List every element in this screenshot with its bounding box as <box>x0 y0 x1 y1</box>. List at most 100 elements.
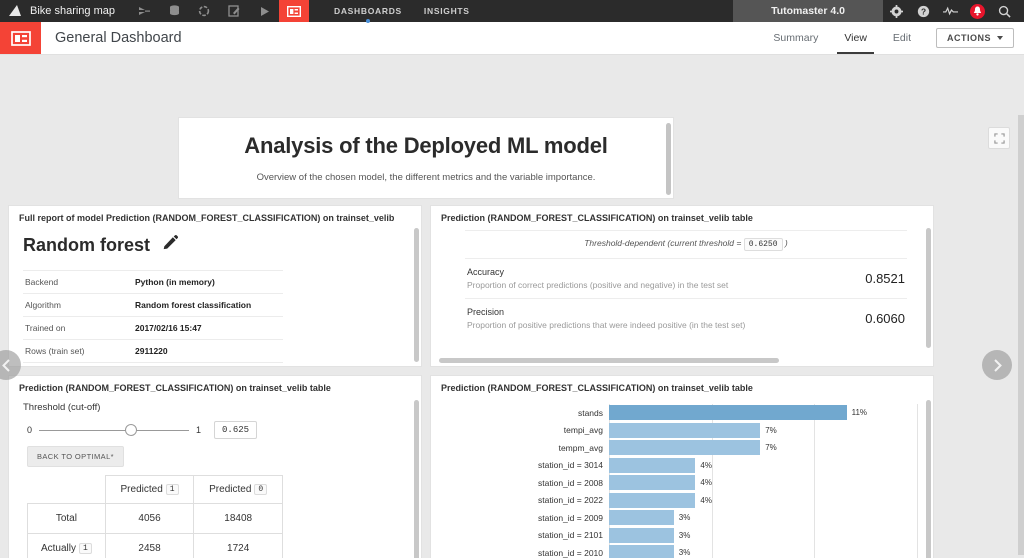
header-tabs: Summary View Edit <box>760 22 924 54</box>
flow-icon[interactable] <box>129 0 159 22</box>
chart-bar[interactable] <box>609 440 760 455</box>
notification-bell-icon[interactable] <box>964 0 991 22</box>
chart-bar[interactable] <box>609 545 674 558</box>
chart-bar[interactable] <box>609 528 674 543</box>
info-key: Algorithm <box>23 294 133 317</box>
gear-icon[interactable] <box>883 0 910 22</box>
dashboard-canvas: Analysis of the Deployed ML model Overvi… <box>0 55 1024 558</box>
chart-bar[interactable] <box>609 493 695 508</box>
threshold-value-input[interactable]: 0.625 <box>214 421 257 439</box>
search-icon[interactable] <box>991 0 1018 22</box>
threshold-cutoff-label: Threshold (cut-off) <box>9 398 421 413</box>
table-row: Actually1 2458 1724 <box>28 534 283 558</box>
column-chip: 1 <box>166 484 179 495</box>
info-key: Rows (train set) <box>23 340 133 363</box>
tab-edit[interactable]: Edit <box>880 22 924 54</box>
matrix-cell-true-positive: 2458 <box>105 534 194 558</box>
row-chip: 1 <box>79 543 92 554</box>
metrics-tile: Prediction (RANDOM_FOREST_CLASSIFICATION… <box>430 205 934 367</box>
chart-bar-label: station_id = 2101 <box>431 530 609 540</box>
dashboard-page-icon <box>0 22 41 54</box>
chart-bar-row[interactable]: tempi_avg7% <box>431 422 933 440</box>
metric-value: 0.8521 <box>865 271 905 286</box>
dataiku-logo-icon[interactable] <box>0 0 30 22</box>
metric-value: 0.6060 <box>865 311 905 326</box>
back-to-optimal-button[interactable]: BACK TO OPTIMAL* <box>27 446 124 467</box>
row-header-actually-1: Actually1 <box>28 534 106 558</box>
chart-bar[interactable] <box>609 458 695 473</box>
metrics-title: Prediction (RANDOM_FOREST_CLASSIFICATION… <box>431 206 933 228</box>
chart-bar-area: 7% <box>609 422 933 440</box>
matrix-cell: 18408 <box>194 504 283 534</box>
chart-bar-area: 4% <box>609 474 933 492</box>
chart-bar-row[interactable]: tempm_avg7% <box>431 439 933 457</box>
info-value: 2911220 <box>133 340 283 363</box>
help-icon[interactable]: ? <box>910 0 937 22</box>
variable-importance-tile: Prediction (RANDOM_FOREST_CLASSIFICATION… <box>430 375 934 558</box>
chart-bar[interactable] <box>609 405 847 420</box>
dashboard-icon[interactable] <box>279 0 309 22</box>
slider-knob[interactable] <box>125 424 137 436</box>
column-label: Predicted <box>209 484 251 495</box>
fullscreen-expand-icon[interactable] <box>988 127 1010 149</box>
variable-importance-title: Prediction (RANDOM_FOREST_CLASSIFICATION… <box>431 376 933 398</box>
database-icon[interactable] <box>159 0 189 22</box>
chart-bar[interactable] <box>609 423 760 438</box>
run-icon[interactable] <box>249 0 279 22</box>
banner-scrollbar[interactable] <box>666 123 671 195</box>
recipe-icon[interactable] <box>189 0 219 22</box>
section-insights[interactable]: INSIGHTS <box>413 0 481 22</box>
chart-bar-row[interactable]: station_id = 20224% <box>431 492 933 510</box>
topbar-icon-group <box>129 0 309 22</box>
chart-bar-row[interactable]: stands 11% <box>431 404 933 422</box>
chart-bar-row[interactable]: station_id = 20084% <box>431 474 933 492</box>
chart-bar-value: 7% <box>765 426 777 435</box>
chart-bar-row[interactable]: station_id = 20103% <box>431 544 933 558</box>
section-dashboards[interactable]: DASHBOARDS <box>323 0 413 22</box>
metric-description: Proportion of correct predictions (posit… <box>467 280 865 290</box>
chart-bar-value: 3% <box>679 531 691 540</box>
confusion-matrix-table: Predicted1 Predicted0 Total 4056 18408 A… <box>27 475 283 558</box>
chart-bar-value: 3% <box>679 548 691 557</box>
slider-min-label: 0 <box>27 425 32 435</box>
top-navigation-bar: Bike sharing map DASHBOARDS INSIGHTS Tut… <box>0 0 1024 22</box>
page-header: General Dashboard Summary View Edit ACTI… <box>0 22 1024 55</box>
chart-bar[interactable] <box>609 510 674 525</box>
column-chip: 0 <box>254 484 267 495</box>
chart-bar-row[interactable]: station_id = 2101 3% <box>431 527 933 545</box>
chart-scrollbar-vertical[interactable] <box>926 400 931 558</box>
info-key: Trained on <box>23 317 133 340</box>
header-spacer <box>182 22 761 54</box>
confusion-matrix-tile: Prediction (RANDOM_FOREST_CLASSIFICATION… <box>8 375 422 558</box>
metrics-list: Threshold-dependent (current threshold =… <box>465 230 907 338</box>
project-name[interactable]: Bike sharing map <box>30 0 129 22</box>
confusion-scrollbar-vertical[interactable] <box>414 400 419 558</box>
tab-view[interactable]: View <box>831 22 880 54</box>
tab-summary[interactable]: Summary <box>760 22 831 54</box>
chart-bar-row[interactable]: station_id = 30144% <box>431 457 933 475</box>
chart-bar-label: stands <box>431 408 609 418</box>
chart-bar-label: station_id = 3014 <box>431 460 609 470</box>
chart-bar[interactable] <box>609 475 695 490</box>
model-report-tile: Full report of model Prediction (RANDOM_… <box>8 205 422 367</box>
notebook-icon[interactable] <box>219 0 249 22</box>
metrics-scrollbar-horizontal[interactable] <box>439 358 779 363</box>
chart-bar-value: 11% <box>852 408 867 417</box>
actions-button[interactable]: ACTIONS <box>936 28 1014 48</box>
table-row: Total 4056 18408 <box>28 504 283 534</box>
chevron-right-icon[interactable] <box>982 350 1012 380</box>
chart-bar-value: 4% <box>700 496 712 505</box>
activity-icon[interactable] <box>937 0 964 22</box>
info-value: Python (in memory) <box>133 271 283 294</box>
metrics-scrollbar-vertical[interactable] <box>926 228 931 348</box>
page-scrollbar-vertical[interactable] <box>1018 115 1024 555</box>
model-report-title: Full report of model Prediction (RANDOM_… <box>9 206 421 228</box>
pencil-edit-icon[interactable] <box>162 234 179 256</box>
variable-importance-chart: stands11%tempi_avg7%tempm_avg7%station_i… <box>431 404 933 558</box>
chart-bar-area: 11% <box>609 404 933 422</box>
matrix-cell-false-negative: 1724 <box>194 534 283 558</box>
model-report-scrollbar[interactable] <box>414 228 419 362</box>
metric-name: Precision <box>467 307 865 317</box>
chart-bar-row[interactable]: station_id = 20093% <box>431 509 933 527</box>
threshold-slider[interactable] <box>39 423 189 437</box>
